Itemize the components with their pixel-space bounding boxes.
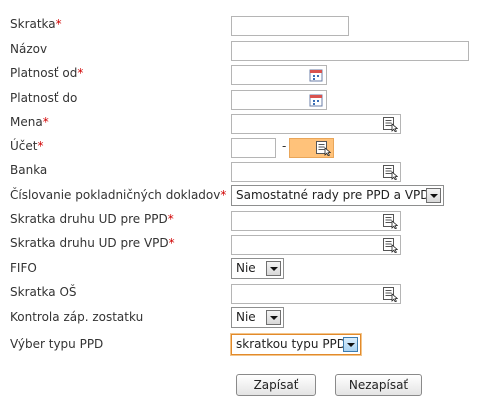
ucet-separator: - — [282, 139, 287, 153]
row-platnost-od: Platnosť od* — [0, 63, 481, 87]
calendar-icon[interactable] — [308, 67, 324, 83]
skratka-label: Skratka* — [10, 17, 62, 31]
row-nazov: Názov — [0, 39, 481, 63]
banka-input[interactable] — [231, 162, 401, 182]
nazov-label: Názov — [10, 42, 48, 56]
cislovanie-label: Číslovanie pokladničných dokladov* — [10, 188, 227, 202]
skratka-vpd-label: Skratka druhu UD pre VPD* — [10, 236, 175, 250]
skratka-os-label: Skratka OŠ — [10, 285, 77, 299]
skratka-ppd-input[interactable] — [231, 211, 401, 231]
row-skratka-os: Skratka OŠ — [0, 282, 481, 306]
vyber-typu-selected-value: skratkou typu PPD — [236, 337, 347, 351]
ucet-suffix-input[interactable] — [289, 138, 334, 158]
row-skratka-ppd: Skratka druhu UD pre PPD* — [0, 209, 481, 233]
row-banka: Banka — [0, 160, 481, 184]
row-mena: Mena* — [0, 112, 481, 136]
chevron-down-icon[interactable] — [343, 337, 358, 352]
lookup-list-icon[interactable] — [382, 286, 398, 302]
platnost-od-input[interactable] — [231, 65, 327, 85]
chevron-down-icon[interactable] — [266, 261, 281, 276]
vyber-typu-select[interactable]: skratkou typu PPD — [231, 334, 361, 355]
cislovanie-selected-value: Samostatné rady pre PPD a VPD — [236, 188, 430, 202]
lookup-list-icon[interactable] — [315, 140, 331, 156]
vyber-typu-label: Výber typu PPD — [10, 337, 104, 351]
skratka-os-input[interactable] — [231, 284, 401, 304]
skratka-vpd-input[interactable] — [231, 235, 401, 255]
row-ucet: Účet* - — [0, 136, 481, 160]
row-cislovanie: Číslovanie pokladničných dokladov* Samos… — [0, 185, 481, 209]
calendar-icon[interactable] — [308, 92, 324, 108]
platnost-od-label: Platnosť od* — [10, 66, 84, 80]
kontrola-select[interactable]: Nie — [231, 307, 284, 328]
cislovanie-select[interactable]: Samostatné rady pre PPD a VPD — [231, 185, 444, 206]
row-fifo: FIFO Nie — [0, 258, 481, 282]
cancel-button[interactable]: Nezapísať — [335, 374, 422, 396]
row-skratka: Skratka* — [0, 14, 481, 38]
ucet-label: Účet* — [10, 139, 44, 153]
chevron-down-icon[interactable] — [266, 310, 281, 325]
kontrola-selected-value: Nie — [236, 310, 256, 324]
lookup-list-icon[interactable] — [382, 116, 398, 132]
platnost-do-input[interactable] — [231, 90, 327, 110]
fifo-select[interactable]: Nie — [231, 258, 284, 279]
row-platnost-do: Platnosť do — [0, 88, 481, 112]
ucet-prefix-input[interactable] — [231, 138, 276, 158]
nazov-input[interactable] — [231, 41, 469, 61]
skratka-ppd-label: Skratka druhu UD pre PPD* — [10, 212, 174, 226]
kontrola-label: Kontrola záp. zostatku — [10, 310, 144, 324]
mena-input[interactable] — [231, 114, 401, 134]
skratka-input[interactable] — [231, 16, 349, 36]
lookup-list-icon[interactable] — [382, 237, 398, 253]
mena-label: Mena* — [10, 115, 49, 129]
row-skratka-vpd: Skratka druhu UD pre VPD* — [0, 233, 481, 257]
platnost-do-label: Platnosť do — [10, 91, 78, 105]
row-kontrola: Kontrola záp. zostatku Nie — [0, 307, 481, 331]
fifo-label: FIFO — [10, 261, 37, 275]
lookup-list-icon[interactable] — [382, 164, 398, 180]
lookup-list-icon[interactable] — [382, 213, 398, 229]
chevron-down-icon[interactable] — [426, 188, 441, 203]
save-button[interactable]: Zapísať — [236, 374, 316, 396]
fifo-selected-value: Nie — [236, 261, 256, 275]
banka-label: Banka — [10, 163, 48, 177]
row-vyber-typu: Výber typu PPD skratkou typu PPD — [0, 334, 481, 358]
